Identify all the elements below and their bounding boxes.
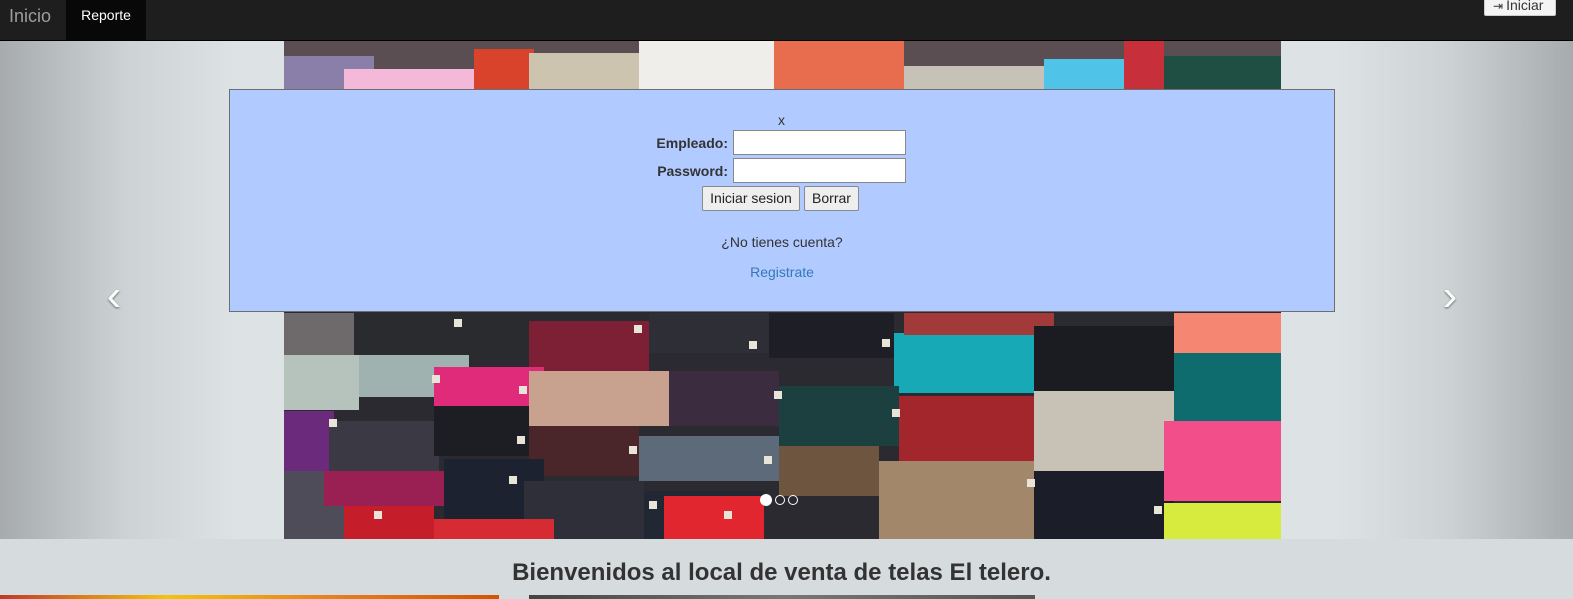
nav-tab-reporte[interactable]: Reporte bbox=[66, 0, 146, 40]
carousel-indicator-2[interactable] bbox=[775, 495, 785, 505]
login-button-label: Iniciar bbox=[1506, 0, 1544, 13]
top-navbar: Inicio Reporte bbox=[0, 0, 1573, 41]
password-input[interactable] bbox=[733, 158, 906, 183]
iniciar-sesion-button[interactable]: Iniciar sesion bbox=[702, 186, 800, 211]
product-image-2 bbox=[529, 595, 1035, 599]
nav-brand-inicio[interactable]: Inicio bbox=[9, 0, 51, 40]
chevron-left-icon: ‹ bbox=[106, 271, 122, 320]
login-button[interactable]: ⇥ Iniciar bbox=[1484, 0, 1556, 16]
login-modal: x Empleado: Password: Iniciar sesion Bor… bbox=[229, 89, 1335, 312]
carousel-prev-button[interactable]: ‹ bbox=[94, 271, 134, 321]
borrar-button[interactable]: Borrar bbox=[804, 186, 859, 211]
register-link[interactable]: Registrate bbox=[230, 264, 1334, 280]
welcome-heading: Bienvenidos al local de venta de telas E… bbox=[512, 559, 1051, 586]
close-modal-button[interactable]: x bbox=[778, 112, 785, 128]
employee-label: Empleado: bbox=[656, 135, 728, 151]
carousel-indicators bbox=[760, 492, 801, 510]
password-label: Password: bbox=[657, 163, 728, 179]
carousel-next-button[interactable]: › bbox=[1430, 271, 1470, 321]
employee-input[interactable] bbox=[733, 130, 906, 155]
carousel-indicator-3[interactable] bbox=[788, 495, 798, 505]
carousel-indicator-1[interactable] bbox=[760, 494, 772, 506]
chevron-right-icon: › bbox=[1442, 271, 1458, 320]
product-image-1 bbox=[0, 595, 499, 599]
sign-in-icon: ⇥ bbox=[1493, 0, 1504, 13]
no-account-text: ¿No tienes cuenta? bbox=[721, 234, 843, 250]
